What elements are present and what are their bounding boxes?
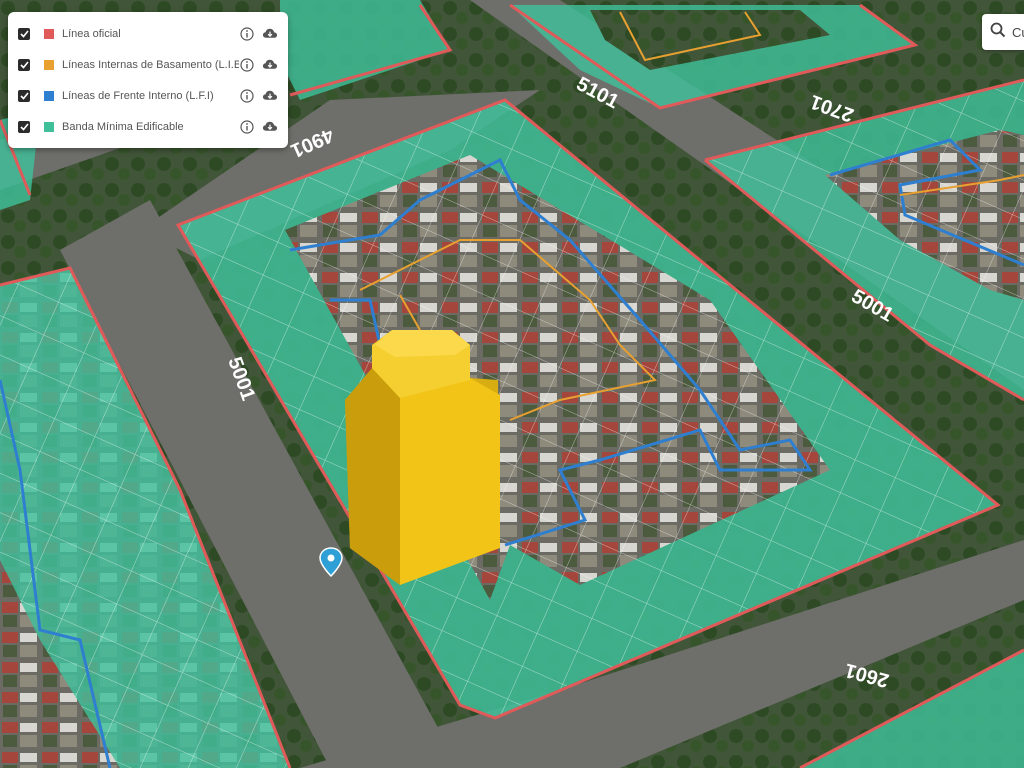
info-circle-icon[interactable]: [239, 57, 255, 73]
layer-label-linea-oficial: Línea oficial: [62, 27, 121, 40]
layer-row-lineas-frente-interno: Líneas de Frente Interno (L.F.I): [8, 80, 288, 111]
layer-row-banda-minima-edificable: Banda Mínima Edificable: [8, 111, 288, 142]
info-circle-icon[interactable]: [239, 119, 255, 135]
layer-label-lineas-internas-basamento: Líneas Internas de Basamento (L.I.B): [62, 58, 239, 71]
layer-legend-panel: Línea oficial Líneas Internas de Basamen…: [8, 12, 288, 148]
layer-swatch-lineas-frente-interno: [44, 90, 54, 101]
info-circle-icon[interactable]: [239, 88, 255, 104]
search-box: [982, 14, 1024, 50]
layer-label-banda-minima-edificable: Banda Mínima Edificable: [62, 120, 184, 133]
layer-swatch-lineas-internas-basamento: [44, 59, 54, 70]
cloud-download-icon[interactable]: [262, 26, 278, 42]
layer-swatch-linea-oficial: [44, 28, 54, 39]
info-circle-icon[interactable]: [239, 26, 255, 42]
search-input[interactable]: [1010, 23, 1024, 41]
layer-label-lineas-frente-interno: Líneas de Frente Interno (L.F.I): [62, 89, 214, 102]
layer-row-linea-oficial: Línea oficial: [8, 18, 288, 49]
cloud-download-icon[interactable]: [262, 57, 278, 73]
layer-checkbox-lineas-frente-interno[interactable]: [18, 89, 30, 102]
layer-checkbox-lineas-internas-basamento[interactable]: [18, 58, 30, 71]
layer-swatch-banda-minima-edificable: [44, 121, 54, 132]
layer-row-lineas-internas-basamento: Líneas Internas de Basamento (L.I.B): [8, 49, 288, 80]
layer-checkbox-linea-oficial[interactable]: [18, 27, 30, 40]
layer-checkbox-banda-minima-edificable[interactable]: [18, 120, 30, 133]
search-icon[interactable]: [990, 22, 1006, 43]
cloud-download-icon[interactable]: [262, 88, 278, 104]
cloud-download-icon[interactable]: [262, 119, 278, 135]
